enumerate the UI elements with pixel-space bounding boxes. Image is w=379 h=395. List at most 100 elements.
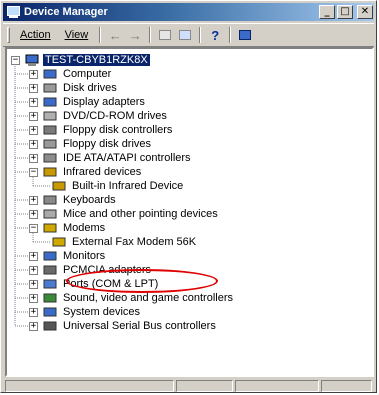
expand-icon[interactable]: + [29, 111, 38, 121]
monitor-icon[interactable] [235, 26, 255, 44]
toolbar-separator [199, 27, 202, 43]
modem-device-icon [51, 236, 67, 249]
tree-category[interactable]: + Keyboards [29, 193, 118, 207]
tree-category-label: Infrared devices [63, 166, 142, 178]
menu-view[interactable]: View [58, 29, 96, 41]
tree-category-label: Floppy disk controllers [63, 124, 173, 136]
tree-category-label: Mice and other pointing devices [63, 208, 218, 220]
tree-category[interactable]: + Monitors [29, 249, 107, 263]
tree-category-label: Ports (COM & LPT) [63, 278, 159, 290]
toolbar-separator [229, 27, 232, 43]
tree-root[interactable]: − TEST-CBYB1RZK8X [11, 53, 150, 67]
tree-category-label: Computer [63, 68, 112, 80]
tree-category[interactable]: + System devices [29, 305, 142, 319]
display-adapter-icon [42, 96, 58, 109]
infrared-device-icon [51, 180, 67, 193]
window-title: Device Manager [24, 6, 108, 18]
status-pane-4 [321, 380, 372, 392]
tree-device[interactable]: External Fax Modem 56K [51, 235, 198, 249]
expand-icon[interactable]: + [29, 279, 38, 289]
keyboard-icon [42, 194, 58, 207]
tree-category[interactable]: + Floppy disk controllers [29, 123, 174, 137]
tree-category-label: Monitors [63, 250, 106, 262]
computer-icon [42, 68, 58, 81]
expand-icon[interactable]: + [29, 139, 38, 149]
monitor-icon [42, 250, 58, 263]
grid-icon[interactable] [155, 26, 175, 44]
expand-icon[interactable]: + [29, 251, 38, 261]
sound-icon [42, 292, 58, 305]
usb-icon [42, 320, 58, 333]
status-pane-2 [175, 380, 234, 392]
tree-category[interactable]: + Disk drives [29, 81, 119, 95]
toolbar-grip[interactable] [7, 27, 10, 43]
expand-icon[interactable]: + [29, 153, 38, 163]
tree-category-label: Universal Serial Bus controllers [63, 320, 216, 332]
status-pane-3 [235, 380, 320, 392]
tree-category[interactable]: + Computer [29, 67, 113, 81]
tree-device[interactable]: Built-in Infrared Device [51, 179, 185, 193]
computer-icon [24, 54, 40, 67]
tree-category[interactable]: + Sound, video and game controllers [29, 291, 235, 305]
expand-icon[interactable]: + [29, 83, 38, 93]
expand-icon[interactable]: + [29, 209, 38, 219]
close-button[interactable]: ✕ [357, 5, 373, 19]
expand-icon[interactable]: + [29, 265, 38, 275]
expand-icon[interactable]: + [29, 125, 38, 135]
disk-drive-icon [42, 82, 58, 95]
tree-category[interactable]: + Mice and other pointing devices [29, 207, 220, 221]
help-icon[interactable]: ? [205, 26, 225, 44]
title-bar[interactable]: Device Manager _ □ ✕ [3, 3, 374, 21]
expand-icon[interactable]: + [29, 97, 38, 107]
expand-icon[interactable]: + [29, 195, 38, 205]
tree-category[interactable]: + Universal Serial Bus controllers [29, 319, 218, 333]
device-manager-window: Device Manager _ □ ✕ Action View ← → ? −… [0, 0, 377, 393]
status-bar [5, 380, 372, 393]
forward-arrow-icon[interactable]: → [125, 26, 145, 44]
tree-category[interactable]: − Modems [29, 221, 107, 235]
tree-category-label: Floppy disk drives [63, 138, 152, 150]
system-icon [42, 306, 58, 319]
expand-icon[interactable]: + [29, 293, 38, 303]
tree-category[interactable]: − Infrared devices [29, 165, 143, 179]
port-icon [42, 278, 58, 291]
tree-category[interactable]: + Floppy disk drives [29, 137, 153, 151]
tree-category-label: Disk drives [63, 82, 117, 94]
collapse-icon[interactable]: − [29, 167, 38, 177]
minimize-button[interactable]: _ [319, 5, 335, 19]
device-manager-icon [6, 6, 20, 18]
tree-category[interactable]: + DVD/CD-ROM drives [29, 109, 169, 123]
tree-category-label: Sound, video and game controllers [63, 292, 233, 304]
modem-icon [42, 222, 58, 235]
cdrom-icon [42, 110, 58, 123]
pcmcia-icon [42, 264, 58, 277]
properties-icon[interactable] [175, 26, 195, 44]
menu-toolbar: Action View ← → ? [3, 23, 374, 47]
tree-category-label: System devices [63, 306, 141, 318]
collapse-icon[interactable]: − [11, 55, 20, 65]
back-arrow-icon[interactable]: ← [105, 26, 125, 44]
tree-category-label: PCMCIA adapters [63, 264, 152, 276]
toolbar-separator [149, 27, 152, 43]
maximize-button[interactable]: □ [337, 5, 353, 19]
expand-icon[interactable]: + [29, 69, 38, 79]
tree-category-label: DVD/CD-ROM drives [63, 110, 167, 122]
collapse-icon[interactable]: − [29, 223, 38, 233]
menu-action[interactable]: Action [13, 29, 58, 41]
device-tree[interactable]: − TEST-CBYB1RZK8X + Computer + Disk drives +… [5, 47, 374, 377]
infrared-icon [42, 166, 58, 179]
tree-category-label: Display adapters [63, 96, 145, 108]
tree-category-label: IDE ATA/ATAPI controllers [63, 152, 191, 164]
tree-category[interactable]: + Display adapters [29, 95, 147, 109]
floppy-drive-icon [42, 138, 58, 151]
ide-controller-icon [42, 152, 58, 165]
tree-device-label: Built-in Infrared Device [72, 180, 184, 192]
tree-root-label: TEST-CBYB1RZK8X [43, 54, 150, 66]
tree-category-label: Keyboards [63, 194, 116, 206]
expand-icon[interactable]: + [29, 307, 38, 317]
tree-category[interactable]: + Ports (COM & LPT) [29, 277, 160, 291]
tree-category[interactable]: + IDE ATA/ATAPI controllers [29, 151, 193, 165]
toolbar-separator [99, 27, 102, 43]
tree-category[interactable]: + PCMCIA adapters [29, 263, 153, 277]
expand-icon[interactable]: + [29, 321, 38, 331]
